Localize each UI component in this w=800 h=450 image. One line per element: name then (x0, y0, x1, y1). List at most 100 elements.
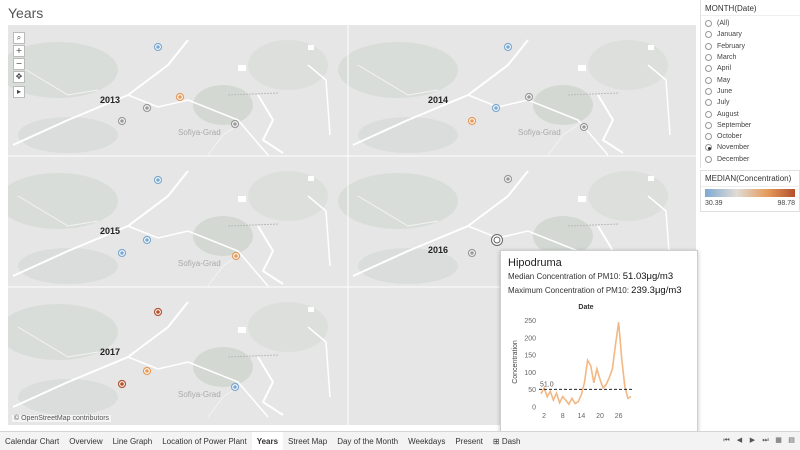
city-label: Sofiya-Grad (518, 128, 561, 137)
city-label: Sofiya-Grad (178, 259, 221, 268)
filter-option[interactable]: February (705, 41, 796, 52)
filter-option[interactable]: March (705, 52, 796, 63)
radio-icon[interactable] (705, 42, 712, 50)
radio-icon[interactable] (705, 87, 712, 95)
map-panel[interactable]: Sofiya-Grad 2014 (338, 25, 687, 156)
zoom-out-icon[interactable]: − (13, 58, 25, 70)
filter-option-label: February (717, 42, 746, 50)
concentration-line (540, 322, 632, 406)
filter-option[interactable]: (All) (705, 18, 796, 29)
first-page-icon[interactable]: ⏮ (722, 436, 731, 445)
sheet-tab[interactable]: Weekdays (403, 432, 450, 450)
radio-icon[interactable] (705, 144, 712, 152)
radio-icon[interactable] (705, 121, 712, 129)
radio-icon[interactable] (705, 20, 712, 28)
sheet-tab[interactable]: ⊞ Dash (488, 432, 526, 450)
radio-icon[interactable] (705, 133, 712, 141)
sheet-tab[interactable]: Present (450, 432, 488, 450)
year-label: 2017 (100, 347, 120, 357)
tooltip-max: Maximum Concentration of PM10: 239.3μg/m… (508, 285, 682, 296)
filter-option[interactable]: April (705, 63, 796, 74)
radio-icon[interactable] (705, 54, 712, 62)
filter-option-label: August (717, 110, 739, 118)
year-label: 2013 (100, 95, 120, 105)
sheet-tab[interactable]: Calendar Chart (0, 432, 64, 450)
sheet-tab[interactable]: Line Graph (108, 432, 158, 450)
filter-option[interactable]: June (705, 86, 796, 97)
tooltip-station-name: Hipodruma (508, 257, 562, 269)
y-tick-label: 200 (524, 335, 536, 342)
next-page-icon[interactable]: ▶ (748, 436, 757, 445)
y-tick-label: 150 (524, 353, 536, 360)
tooltip-median-label: Median Concentration of PM10: (508, 272, 621, 281)
filter-option-label: October (717, 133, 742, 141)
legend-min: 30.39 (705, 200, 723, 207)
filter-option[interactable]: August (705, 108, 796, 119)
filter-option-label: November (717, 144, 750, 152)
city-label: Sofiya-Grad (178, 128, 221, 137)
tooltip-median-value: 51.03μg/m3 (622, 271, 674, 282)
sheet-tab[interactable]: Overview (64, 432, 107, 450)
filter-option-label: (All) (717, 20, 730, 28)
x-tick-label: 2 (542, 413, 546, 420)
year-label: 2014 (428, 95, 448, 105)
legend-max: 98.78 (777, 200, 795, 207)
filter-option-label: September (717, 121, 752, 129)
grid-view-icon[interactable]: ▦ (774, 436, 783, 445)
radio-icon[interactable] (705, 155, 712, 163)
sheet-tab[interactable]: Years (251, 431, 284, 450)
filter-option[interactable]: November (705, 142, 796, 153)
reference-line-label: 51.0 (540, 381, 554, 388)
sheet-tab[interactable]: Location of Power Plant (157, 432, 252, 450)
filter-option[interactable]: January (705, 29, 796, 40)
radio-icon[interactable] (705, 99, 712, 107)
map-panel[interactable]: Sofiya-Grad 2017 (8, 287, 347, 418)
expand-icon[interactable]: ▸ (13, 86, 25, 98)
y-tick-label: 0 (532, 405, 536, 412)
last-page-icon[interactable]: ⏭ (761, 436, 770, 445)
prev-page-icon[interactable]: ◀ (735, 436, 744, 445)
x-tick-label: 14 (577, 413, 585, 420)
y-tick-label: 100 (524, 370, 536, 377)
filter-option[interactable]: May (705, 74, 796, 85)
filter-option-label: July (717, 99, 730, 107)
chart-title: Date (578, 304, 593, 311)
radio-icon[interactable] (705, 65, 712, 73)
map-panel[interactable]: Sofiya-Grad 2013 (8, 25, 347, 156)
month-filter: MONTH(Date) (All) January February March Apr… (700, 0, 800, 168)
search-icon[interactable]: ⌕ (13, 32, 25, 44)
map-controls: ⌕ + − ✥ ▸ (13, 32, 25, 99)
color-legend: MEDIAN(Concentration) 30.39 98.78 (700, 170, 800, 212)
radio-icon[interactable] (705, 76, 712, 84)
filter-option-label: May (717, 76, 731, 84)
app-root: Years Sofiya-Grad 2013 Sofiya-Grad 2014 Sofi… (0, 0, 800, 450)
filter-option-label: December (717, 155, 750, 163)
y-axis-label: Concentration (512, 340, 519, 384)
radio-icon[interactable] (705, 31, 712, 39)
zoom-in-icon[interactable]: + (13, 45, 25, 57)
year-label: 2015 (100, 226, 120, 236)
legend-gradient (705, 189, 795, 197)
sheet-tab[interactable]: Street Map (283, 432, 332, 450)
city-label: Sofiya-Grad (178, 390, 221, 399)
filter-option[interactable]: July (705, 97, 796, 108)
filter-option[interactable]: September (705, 120, 796, 131)
pan-icon[interactable]: ✥ (13, 71, 25, 83)
filter-option-label: January (717, 31, 742, 39)
tooltip-max-label: Maximum Concentration of PM10: (508, 286, 629, 295)
map-panel[interactable]: Sofiya-Grad 2015 (8, 156, 347, 287)
filter-option[interactable]: December (705, 154, 796, 165)
y-tick-label: 250 (524, 318, 536, 325)
year-label: 2016 (428, 245, 448, 255)
sheet-tab[interactable]: Day of the Month (332, 432, 403, 450)
x-tick-label: 8 (561, 413, 565, 420)
filter-option-label: June (717, 87, 733, 95)
filter-option-label: March (717, 54, 737, 62)
sheet-tab-bar: Calendar Chart Overview Line Graph Location… (0, 431, 800, 450)
map-attribution[interactable]: © OpenStreetMap contributors (12, 415, 112, 422)
list-view-icon[interactable]: ▤ (787, 436, 796, 445)
filter-option[interactable]: October (705, 131, 796, 142)
x-tick-label: 26 (615, 413, 623, 420)
radio-icon[interactable] (705, 110, 712, 118)
filter-title: MONTH(Date) (701, 0, 800, 16)
